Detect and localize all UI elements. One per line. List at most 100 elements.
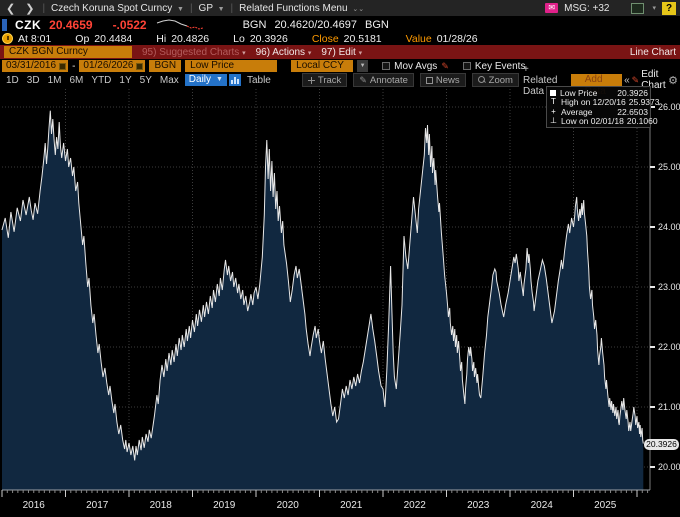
- period-toolbar: 1D3D1M6MYTD1Y5YMax Daily▼ Table Track ✎A…: [0, 73, 680, 87]
- actions-menu[interactable]: 96) Actions ▾: [256, 47, 312, 58]
- period-3d[interactable]: 3D: [23, 75, 44, 86]
- open-value: 20.4484: [94, 33, 132, 45]
- open-label: Op: [75, 33, 89, 45]
- value-date: 01/28/26: [437, 33, 478, 45]
- svg-text:26.0000: 26.0000: [658, 102, 680, 112]
- legend-value: 20.3926: [617, 88, 648, 98]
- annotate-button[interactable]: ✎Annotate: [353, 73, 414, 87]
- news-icon: [426, 77, 433, 84]
- add-data-field[interactable]: Add Data: [571, 74, 622, 86]
- last-price: 20.4659: [49, 18, 92, 32]
- svg-text:2024: 2024: [531, 500, 554, 511]
- legend-label: High on 12/20/16: [561, 97, 626, 107]
- svg-text:2020: 2020: [277, 500, 300, 511]
- svg-text:2016: 2016: [23, 500, 46, 511]
- edit-menu[interactable]: 97) Edit ▾: [321, 47, 362, 58]
- period-ytd[interactable]: YTD: [87, 75, 115, 86]
- average-marker-icon: +: [549, 108, 558, 116]
- divider: |: [231, 3, 234, 14]
- ohlc-stats-row: At 8:01 Op 20.4484 Hi 20.4826 Lo 20.3926…: [0, 32, 680, 45]
- quote-line: CZK 20.4659 -.0522 BGN 20.4620/20.4697 B…: [0, 17, 680, 32]
- svg-text:2025: 2025: [594, 500, 617, 511]
- close-label: Close: [312, 33, 339, 45]
- price-change: -.0522: [113, 18, 147, 32]
- quote-source: BGN: [243, 19, 267, 31]
- high-marker-icon: T: [549, 98, 558, 106]
- collapse-icon[interactable]: «: [624, 75, 630, 86]
- command-bar: CZK BGN Curncy 95) Suggested Charts ▾ 96…: [0, 45, 680, 59]
- gear-icon[interactable]: ⚙: [668, 74, 678, 87]
- end-date-field[interactable]: 01/26/2026: [79, 60, 145, 72]
- currency-field[interactable]: Local CCY: [291, 60, 353, 72]
- svg-text:2017: 2017: [86, 500, 109, 511]
- date-range-dash: -: [72, 61, 75, 72]
- period-1d[interactable]: 1D: [2, 75, 23, 86]
- quote-source-2: BGN: [365, 19, 389, 31]
- calendar-icon: [136, 63, 143, 70]
- value-date-label: Value: [406, 33, 432, 45]
- legend-value: 25.9373: [629, 97, 660, 107]
- table-button[interactable]: Table: [243, 75, 275, 86]
- frequency-select[interactable]: Daily▼: [185, 74, 227, 86]
- svg-text:2021: 2021: [340, 500, 363, 511]
- key-events-label: Key Events: [475, 61, 526, 72]
- chevron-down-icon[interactable]: ▾: [652, 4, 656, 12]
- chart-style-icon[interactable]: [229, 74, 241, 86]
- high-label: Hi: [156, 33, 166, 45]
- alert-clock-icon[interactable]: [2, 33, 13, 44]
- edit-chart-pencil-icon: ✎: [632, 75, 640, 86]
- currency-dropdown-button[interactable]: ▼: [357, 60, 368, 72]
- track-cross-icon: [308, 77, 315, 84]
- function-menu-gp[interactable]: GP ▼: [199, 3, 225, 14]
- low-marker-icon: ⊥: [549, 117, 558, 125]
- svg-text:23.0000: 23.0000: [658, 282, 680, 292]
- message-envelope-icon[interactable]: ✉: [545, 3, 558, 13]
- screen-panel-icon[interactable]: [631, 3, 644, 14]
- legend-label: Low on 02/01/18: [561, 116, 624, 126]
- magnifier-icon: [478, 76, 486, 84]
- pricing-source-field[interactable]: BGN: [149, 60, 181, 72]
- legend-value: 22.6503: [617, 107, 648, 117]
- period-1y[interactable]: 1Y: [115, 75, 135, 86]
- security-flag-icon: [2, 19, 7, 31]
- series-swatch-icon: [550, 90, 556, 96]
- msg-count[interactable]: MSG: +32: [564, 3, 609, 14]
- svg-text:2022: 2022: [404, 500, 427, 511]
- period-5y[interactable]: 5Y: [136, 75, 156, 86]
- chart-type-label: Line Chart: [630, 47, 676, 58]
- low-value: 20.3926: [250, 33, 288, 45]
- chevron-down-icon: ▼: [177, 6, 184, 13]
- forward-arrow-icon[interactable]: ❯: [23, 2, 36, 15]
- mov-avgs-label: Mov Avgs: [394, 61, 437, 72]
- security-title-menu[interactable]: Czech Koruna Spot Curncy ▼: [51, 3, 184, 14]
- pencil-icon[interactable]: ✎: [441, 61, 449, 72]
- suggested-charts-menu[interactable]: 95) Suggested Charts ▾: [142, 47, 246, 58]
- svg-text:2019: 2019: [213, 500, 236, 511]
- mov-avgs-checkbox[interactable]: [382, 62, 390, 70]
- news-button[interactable]: News: [420, 73, 466, 87]
- related-functions-menu[interactable]: Related Functions Menu ⌄⌄: [239, 3, 364, 14]
- period-max[interactable]: Max: [156, 75, 183, 86]
- svg-text:25.0000: 25.0000: [658, 162, 680, 172]
- period-6m[interactable]: 6M: [66, 75, 88, 86]
- track-button[interactable]: Track: [302, 73, 347, 87]
- key-events-checkbox[interactable]: [463, 62, 471, 70]
- svg-text:21.0000: 21.0000: [658, 402, 680, 412]
- divider: |: [42, 3, 45, 14]
- start-date-field[interactable]: 03/31/2016: [2, 60, 68, 72]
- zoom-button[interactable]: Zoom: [472, 73, 519, 87]
- annotate-pencil-icon: ✎: [359, 75, 367, 86]
- help-button[interactable]: ?: [662, 2, 676, 15]
- study-field[interactable]: Low Price: [185, 60, 277, 72]
- legend-row: ⊥Low on 02/01/1820.1060: [549, 117, 648, 127]
- divider: |: [190, 3, 193, 14]
- high-value: 20.4826: [171, 33, 209, 45]
- intraday-sparkline: [155, 18, 207, 31]
- period-1m[interactable]: 1M: [44, 75, 66, 86]
- low-label: Lo: [233, 33, 245, 45]
- security-field[interactable]: CZK BGN Curncy: [4, 46, 132, 58]
- chart-legend[interactable]: Low Price20.3926THigh on 12/20/1625.9373…: [546, 86, 651, 128]
- back-arrow-icon[interactable]: ❮: [4, 2, 17, 15]
- legend-row: THigh on 12/20/1625.9373: [549, 98, 648, 108]
- last-value-badge: 20.3926: [644, 439, 679, 450]
